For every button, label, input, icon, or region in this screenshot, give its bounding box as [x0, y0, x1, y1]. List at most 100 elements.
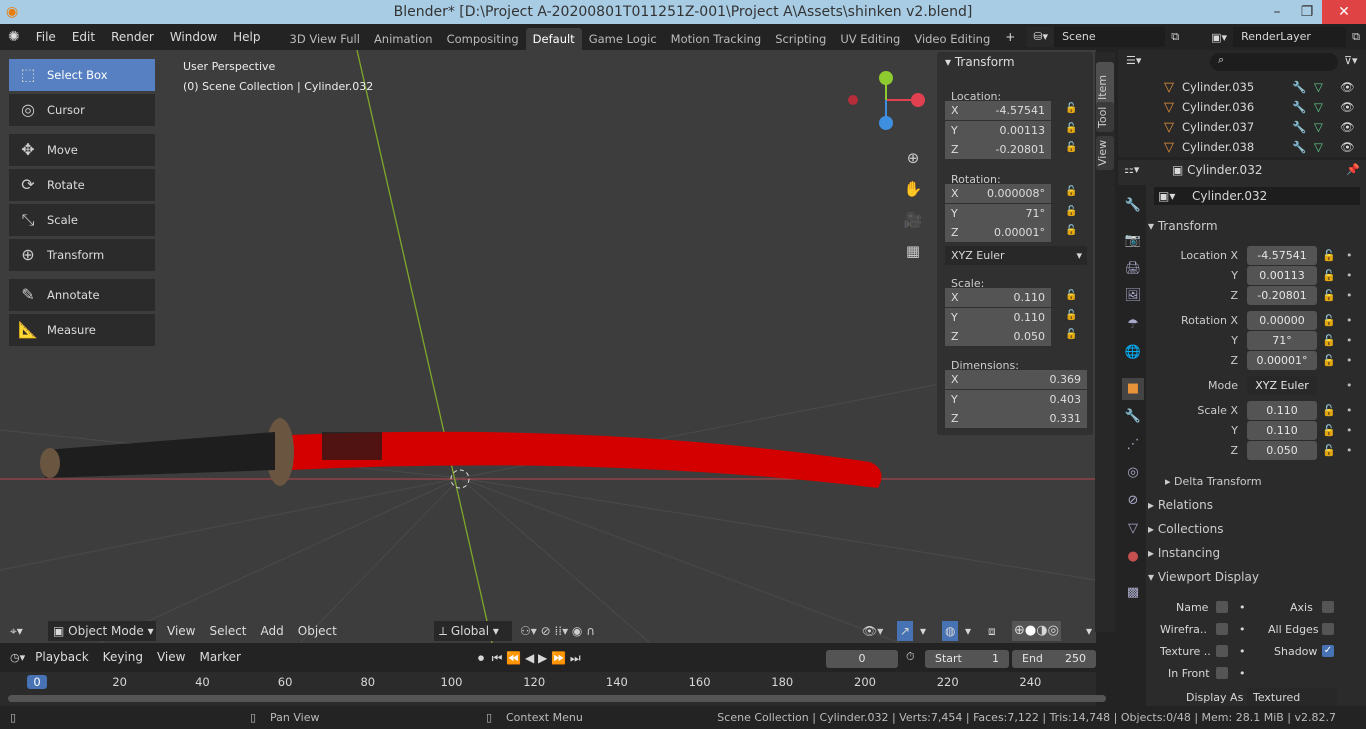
keyframe-dot-icon[interactable]: •: [1239, 598, 1246, 617]
lock-icon[interactable]: 🔓: [1065, 290, 1077, 301]
tab-3d-view-full[interactable]: 3D View Full: [283, 28, 367, 50]
visibility-icon[interactable]: 👁▾: [862, 621, 883, 641]
section-viewport-display[interactable]: ▾ Viewport Display: [1148, 566, 1362, 588]
visibility-eye-icon[interactable]: 👁: [1340, 97, 1355, 117]
gizmo-dropdown[interactable]: ▾: [920, 621, 926, 641]
property-field[interactable]: 71°: [1247, 331, 1317, 350]
property-field[interactable]: 0.110: [1247, 401, 1317, 420]
modifier-icon[interactable]: 🔧: [1292, 117, 1306, 137]
editor-type-icon[interactable]: ⌖▾: [10, 621, 23, 641]
transform-section-header[interactable]: ▾ Transform: [1148, 215, 1362, 237]
timeline-menu-marker[interactable]: Marker: [195, 650, 244, 664]
rotation-x-field[interactable]: X 0.000008°: [945, 184, 1051, 203]
wireframe-checkbox[interactable]: [1216, 623, 1228, 635]
keyframe-dot-icon[interactable]: •: [1239, 642, 1246, 661]
menu-edit[interactable]: Edit: [64, 30, 103, 44]
tab-video-editing[interactable]: Video Editing: [907, 28, 997, 50]
lock-icon[interactable]: 🔓: [1322, 246, 1336, 265]
view-layer-tab-icon[interactable]: 🖼: [1122, 285, 1144, 307]
lock-icon[interactable]: 🔓: [1322, 351, 1336, 370]
lock-icon[interactable]: 🔓: [1322, 286, 1336, 305]
keyframe-dot-icon[interactable]: •: [1239, 620, 1246, 639]
constraints-tab-icon[interactable]: ⊘: [1122, 490, 1144, 512]
new-scene-icon[interactable]: ⧉: [1165, 30, 1185, 44]
outliner-search-input[interactable]: ⌕: [1210, 53, 1338, 71]
shading-modes[interactable]: ⊕●◑◎: [1012, 621, 1061, 641]
shading-dropdown[interactable]: ▾: [1086, 621, 1092, 641]
sidebar-tab-tool[interactable]: Tool: [1096, 102, 1114, 132]
end-frame-field[interactable]: End 250: [1012, 650, 1096, 668]
grid-view-icon[interactable]: ▦: [901, 236, 925, 267]
mode-selector[interactable]: ▣ Object Mode ▾: [48, 621, 156, 641]
add-workspace-button[interactable]: +: [997, 30, 1023, 44]
dimensions-x-field[interactable]: X 0.369: [945, 370, 1087, 389]
scale-x-field[interactable]: X 0.110: [945, 288, 1051, 307]
lock-icon[interactable]: 🔓: [1322, 266, 1336, 285]
tab-uv-editing[interactable]: UV Editing: [833, 28, 907, 50]
keyframe-dot-icon[interactable]: •: [1346, 351, 1353, 370]
keyframe-dot-icon[interactable]: •: [1239, 664, 1246, 683]
keyframe-dot-icon[interactable]: •: [1346, 401, 1353, 420]
keyframe-dot-icon[interactable]: •: [1346, 331, 1353, 350]
visibility-eye-icon[interactable]: 👁: [1340, 137, 1355, 157]
outliner-editor-icon[interactable]: ☰▾: [1126, 54, 1141, 67]
scale-y-field[interactable]: Y 0.110: [945, 307, 1051, 327]
zoom-icon[interactable]: ⊕: [901, 143, 925, 174]
new-layer-icon[interactable]: ⧉: [1346, 30, 1366, 44]
in-front-checkbox[interactable]: [1216, 667, 1228, 679]
physics-tab-icon[interactable]: ◎: [1122, 462, 1144, 484]
dimensions-z-field[interactable]: Z 0.331: [945, 409, 1087, 429]
tab-compositing[interactable]: Compositing: [440, 28, 526, 50]
timeline-editor-icon[interactable]: ◷▾: [10, 651, 25, 664]
property-field[interactable]: 0.00113: [1247, 266, 1317, 285]
gizmo-toggle-icon[interactable]: ↗: [897, 621, 914, 641]
overlay-dropdown[interactable]: ▾: [965, 621, 971, 641]
tool-cursor[interactable]: ◎ Cursor: [9, 94, 155, 126]
modifier-icon[interactable]: 🔧: [1292, 77, 1306, 97]
pivot-snap-icons[interactable]: ⚇▾ ⊘ ⁞⁞▾ ◉ ∩: [520, 621, 595, 641]
property-field[interactable]: -0.20801: [1247, 286, 1317, 305]
section-delta-transform[interactable]: ▸ Delta Transform: [1165, 471, 1366, 493]
timeline-menu-view[interactable]: View: [153, 650, 189, 664]
modifier-icon[interactable]: 🔧: [1292, 97, 1306, 117]
texture-tab-icon[interactable]: ▩: [1122, 582, 1144, 604]
viewport-menu-view[interactable]: View: [160, 621, 202, 641]
lock-icon[interactable]: 🔓: [1065, 310, 1077, 321]
panel-title[interactable]: ▾ Transform: [945, 55, 1015, 69]
tab-game-logic[interactable]: Game Logic: [582, 28, 664, 50]
material-tab-icon[interactable]: ●: [1122, 546, 1144, 568]
tab-scripting[interactable]: Scripting: [768, 28, 833, 50]
lock-icon[interactable]: 🔓: [1065, 103, 1077, 114]
tab-motion-tracking[interactable]: Motion Tracking: [664, 28, 769, 50]
object-tab-icon[interactable]: ■: [1122, 378, 1144, 400]
location-x-field[interactable]: X -4.57541: [945, 101, 1051, 120]
all-edges-checkbox[interactable]: [1322, 623, 1334, 635]
tool-scale[interactable]: ⤡ Scale: [9, 204, 155, 236]
start-frame-field[interactable]: Start 1: [925, 650, 1009, 668]
menu-help[interactable]: Help: [225, 30, 268, 44]
lock-icon[interactable]: 🔓: [1322, 441, 1336, 460]
tool-tab-icon[interactable]: 🔧: [1122, 195, 1144, 217]
world-tab-icon[interactable]: 🌐: [1122, 342, 1144, 364]
keyframe-dot-icon[interactable]: •: [1346, 441, 1353, 460]
property-field[interactable]: XYZ Euler: [1247, 376, 1317, 395]
object-name-field[interactable]: ▣▾ Cylinder.032: [1154, 187, 1360, 205]
tool-select-box[interactable]: ⬚ Select Box: [9, 59, 155, 91]
timeline-ruler[interactable]: 0 20 40 60 80 100 120 140 160 180 200 220 240: [0, 672, 1106, 706]
outliner-item[interactable]: ▽ Cylinder.038 🔧 ▽ 👁: [1164, 137, 1364, 157]
object-data-tab-icon[interactable]: ▽: [1122, 518, 1144, 540]
name-checkbox[interactable]: [1216, 601, 1228, 613]
modifier-tab-icon[interactable]: 🔧: [1122, 406, 1144, 428]
tab-default[interactable]: Default: [525, 28, 582, 50]
rotation-mode-select[interactable]: XYZ Euler ▾: [945, 246, 1087, 265]
playback-controls[interactable]: ⏺ ⏮ ⏪ ◀ ▶ ⏩ ⏭: [478, 651, 581, 666]
section-relations[interactable]: ▸ Relations: [1148, 494, 1362, 516]
mesh-data-icon[interactable]: ▽: [1314, 97, 1323, 117]
timeline-menu-keying[interactable]: Keying: [99, 650, 147, 664]
section-instancing[interactable]: ▸ Instancing: [1148, 542, 1362, 564]
lock-icon[interactable]: 🔓: [1322, 401, 1336, 420]
maximize-button[interactable]: ❐: [1292, 0, 1322, 24]
sidebar-tab-view[interactable]: View: [1096, 136, 1114, 170]
keyframe-dot-icon[interactable]: •: [1346, 286, 1353, 305]
pan-hand-icon[interactable]: ✋: [901, 174, 925, 205]
